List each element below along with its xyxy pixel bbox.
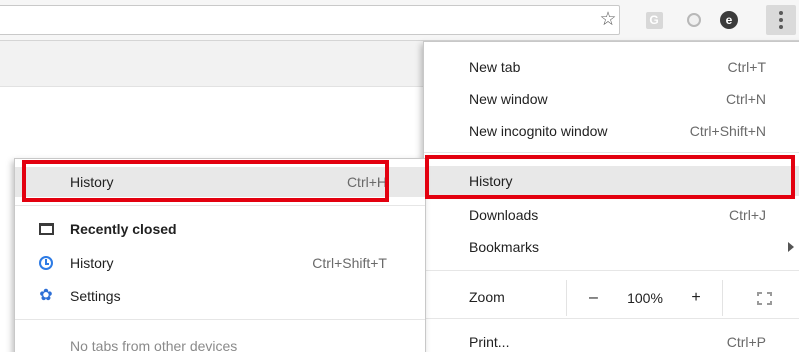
zoom-row: Zoom – 100% + bbox=[424, 280, 799, 316]
menu-item-label: Downloads bbox=[469, 207, 539, 223]
menu-item-print[interactable]: Print... Ctrl+P bbox=[424, 327, 799, 352]
submenu-arrow-icon bbox=[788, 242, 794, 252]
menu-item-shortcut: Ctrl+N bbox=[725, 91, 766, 107]
submenu-item-label: No tabs from other devices bbox=[70, 338, 238, 352]
menu-item-new-window[interactable]: New window Ctrl+N bbox=[424, 84, 799, 114]
extension-g-icon[interactable]: G bbox=[641, 7, 667, 33]
tab-window-icon bbox=[38, 221, 54, 237]
menu-item-label: New window bbox=[469, 91, 548, 107]
menu-item-shortcut: Ctrl+P bbox=[726, 334, 766, 350]
menu-item-label: History bbox=[469, 173, 513, 189]
menu-item-new-incognito-window[interactable]: New incognito window Ctrl+Shift+N bbox=[424, 116, 799, 146]
more-menu-icon[interactable] bbox=[766, 5, 796, 35]
submenu-separator bbox=[15, 205, 425, 206]
submenu-item-label: History bbox=[70, 255, 114, 271]
star-icon[interactable]: ☆ bbox=[595, 7, 621, 33]
menu-item-label: Print... bbox=[469, 334, 510, 350]
menu-item-shortcut: Ctrl+T bbox=[727, 59, 767, 75]
address-bar[interactable] bbox=[0, 5, 620, 35]
submenu-item-settings[interactable]: ✿ Settings bbox=[15, 281, 425, 311]
zoom-out-button[interactable]: – bbox=[566, 280, 620, 316]
zoom-label: Zoom bbox=[469, 289, 505, 305]
menu-separator bbox=[424, 152, 799, 153]
submenu-item-recently-closed: Recently closed bbox=[15, 214, 425, 244]
submenu-item-no-tabs: No tabs from other devices bbox=[15, 331, 425, 352]
history-clock-icon bbox=[38, 255, 54, 271]
zoom-level: 100% bbox=[627, 290, 663, 306]
submenu-item-label: Recently closed bbox=[70, 221, 177, 237]
fullscreen-icon bbox=[757, 291, 772, 305]
history-submenu: History Ctrl+H Recently closed History C… bbox=[14, 158, 426, 352]
menu-item-label: New tab bbox=[469, 59, 521, 75]
submenu-item-history[interactable]: History Ctrl+H bbox=[15, 167, 425, 197]
menu-item-shortcut: Ctrl+Shift+N bbox=[689, 123, 766, 139]
browser-toolbar: ☆ G e bbox=[0, 0, 799, 41]
extension-e-label: e bbox=[720, 11, 738, 29]
menu-item-label: New incognito window bbox=[469, 123, 608, 139]
submenu-item-label: History bbox=[70, 174, 114, 190]
menu-separator bbox=[424, 318, 799, 319]
menu-item-label: Bookmarks bbox=[469, 239, 540, 255]
menu-item-new-tab[interactable]: New tab Ctrl+T bbox=[424, 52, 799, 82]
extension-circle-icon[interactable] bbox=[681, 7, 707, 33]
submenu-item-shortcut: Ctrl+Shift+T bbox=[312, 255, 387, 271]
menu-item-shortcut: Ctrl+J bbox=[729, 207, 766, 223]
zoom-in-button[interactable]: + bbox=[670, 280, 722, 316]
submenu-separator bbox=[15, 319, 425, 320]
menu-item-downloads[interactable]: Downloads Ctrl+J bbox=[424, 200, 799, 230]
menu-separator bbox=[424, 270, 799, 271]
fullscreen-button[interactable] bbox=[722, 280, 799, 316]
menu-item-bookmarks[interactable]: Bookmarks bbox=[424, 232, 799, 262]
browser-window: ☆ G e New tab Ctrl+T New window Ctrl+N N… bbox=[0, 0, 799, 352]
extension-g-label: G bbox=[645, 11, 663, 29]
chrome-main-menu: New tab Ctrl+T New window Ctrl+N New inc… bbox=[423, 41, 799, 352]
menu-item-history[interactable]: History bbox=[424, 166, 799, 196]
gear-icon: ✿ bbox=[39, 287, 53, 304]
submenu-item-history-recent[interactable]: History Ctrl+Shift+T bbox=[15, 248, 425, 278]
submenu-item-label: Settings bbox=[70, 288, 121, 304]
extension-e-icon[interactable]: e bbox=[716, 7, 742, 33]
submenu-item-shortcut: Ctrl+H bbox=[346, 174, 387, 190]
